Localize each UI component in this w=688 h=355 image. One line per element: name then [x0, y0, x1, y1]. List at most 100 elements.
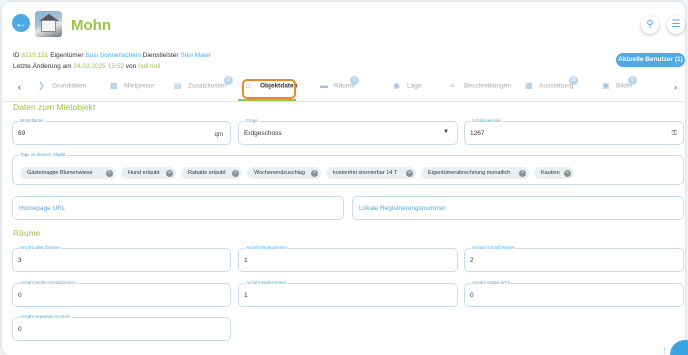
tab-grunddaten[interactable]: ❯ Grunddaten — [38, 82, 86, 96]
schluesselcode-field[interactable]: Schlüsselcode 1267 ⚿ — [464, 118, 684, 145]
tags-field[interactable]: Tags zu diesem Objekt Gästemappe Blumenw… — [12, 152, 684, 185]
tab-label: Grunddaten — [52, 82, 87, 90]
field-value: 1 — [244, 292, 248, 299]
field-label: Anzahl Schlafzimmer — [471, 245, 516, 251]
tab-scroll-right-icon[interactable]: › — [674, 82, 677, 92]
id-label: ID — [13, 52, 20, 59]
property-thumbnail — [35, 11, 62, 37]
remove-tag-icon[interactable]: × — [564, 170, 571, 177]
back-button[interactable]: ← — [12, 14, 30, 32]
remove-tag-icon[interactable]: × — [232, 170, 239, 177]
anzahl-gaeste-wcs-field[interactable]: Anzahl Gäste-WCs 0 — [464, 280, 684, 307]
share-button[interactable]: ⚲ — [641, 16, 659, 34]
tab-label: Zusatzkosten — [188, 82, 227, 90]
tab-highlight-annotation — [242, 79, 296, 99]
tag-chip: Hund erlaubt × — [121, 167, 176, 179]
wohnflaeche-label: Wohnfläche — [19, 118, 45, 124]
provider-label: Dienstleister — [142, 52, 179, 59]
raeume-badge: 0 — [350, 76, 359, 85]
schluesselcode-value: 1267 — [470, 130, 485, 137]
tag-chip: Gästemappe Blumenwiese × — [20, 167, 116, 179]
provider-link[interactable]: Susi Maier — [180, 52, 211, 59]
anzahl-wohn-schlafzimmer-field[interactable]: Anzahl Wohn-Schlafzimmer 0 — [12, 280, 231, 307]
anzahl-schlafzimmer-field[interactable]: Anzahl Schlafzimmer 2 — [464, 245, 684, 272]
ausstattung-badge: 36 — [569, 76, 578, 85]
tab-raeume[interactable]: ▬ Räume 0 — [320, 76, 359, 96]
tab-label: Beschreibungen — [464, 82, 511, 90]
field-value: 0 — [470, 292, 474, 299]
image-icon: ▣ — [602, 81, 610, 90]
anzahl-badezimmer-field[interactable]: Anzahl Badezimmer 1 — [238, 280, 458, 307]
owner-label: Eigentümer — [50, 52, 84, 59]
id-value: 8219.151 — [21, 52, 49, 59]
tag-chip-label: Kaution — [541, 170, 560, 176]
homepage-url-placeholder: Homepage URL — [19, 205, 66, 212]
remove-tag-icon[interactable]: × — [166, 170, 173, 177]
changed-label: Letzte Änderung am — [13, 63, 72, 70]
tag-chip: Rabatte erlaubt × — [181, 167, 242, 179]
section-title-raeume: Räume — [13, 228, 41, 238]
by-label: von — [125, 63, 137, 70]
tab-zusatzkosten[interactable]: ▤ Zusatzkosten 0 — [174, 76, 233, 96]
field-value: 2 — [470, 257, 474, 264]
remove-tag-icon[interactable]: × — [406, 170, 413, 177]
field-value: 1 — [244, 257, 248, 264]
building-icon: ▦ — [525, 81, 533, 90]
tab-mietpreise[interactable]: ▩ Mietpreise — [110, 82, 154, 96]
anzahl-zimmer-field[interactable]: Anzahl aller Zimmer 3 — [12, 245, 231, 272]
zusatzkosten-badge: 0 — [224, 76, 233, 85]
schluesselcode-label: Schlüsselcode — [471, 118, 503, 124]
homepage-url-field[interactable]: Homepage URL — [12, 196, 344, 220]
tab-beschreibungen[interactable]: ≡ Beschreibungen — [450, 82, 511, 96]
main-card: ← Mohn ⚲ ☰ ID 8219.151 Eigentümer Susi S… — [2, 2, 685, 355]
tag-chip: kostenfrei stornierbar 14 T × — [326, 167, 416, 179]
tag-chip-label: Eigentümerabrechnung monatlich — [428, 170, 511, 176]
field-label: Anzahl Gäste-WCs — [471, 280, 512, 286]
etage-select[interactable]: Etage Erdgeschoss ▼ — [238, 118, 458, 145]
anzahl-wohnzimmer-field[interactable]: Anzahl Wohnzimmer 1 — [238, 245, 458, 272]
remove-tag-icon[interactable]: × — [106, 170, 113, 177]
current-users-button[interactable]: Aktuelle Benutzer (1) — [616, 53, 685, 67]
tag-chip-label: Wochenendzuschlag — [254, 170, 305, 176]
arrow-left-icon: ← — [15, 16, 27, 30]
tag-chip: Eigentümerabrechnung monatlich × — [421, 167, 529, 179]
field-value: 3 — [18, 257, 22, 264]
meta-line-1: ID 8219.151 Eigentümer Susi Sonnenschein… — [13, 52, 211, 59]
caret-down-icon: ▼ — [443, 129, 449, 135]
tab-divider — [2, 101, 685, 102]
field-label: Anzahl Wohnzimmer — [245, 245, 289, 251]
tab-lage[interactable]: ◉ Lage — [393, 82, 421, 96]
chevron-icon: ❯ — [38, 81, 45, 90]
chart-icon: ▩ — [110, 81, 118, 90]
tab-bilder[interactable]: ▣ Bilder 6 — [602, 76, 637, 96]
tags-label: Tags zu diesem Objekt — [19, 152, 67, 158]
text-icon: ≡ — [450, 81, 455, 90]
meta-line-2: Letzte Änderung am 24.02.2025 15:52 von … — [13, 63, 160, 70]
tab-ausstattung[interactable]: ▦ Ausstattung 36 — [525, 76, 578, 96]
tag-chip-label: Hund erlaubt — [128, 170, 160, 176]
tag-chip: Wochenendzuschlag × — [247, 167, 321, 179]
field-label: Anzahl Badezimmer — [245, 280, 288, 286]
tag-chip-label: Gästemappe Blumenwiese — [27, 170, 93, 176]
wohnflaeche-field[interactable]: Wohnfläche 69 qm — [12, 118, 231, 145]
section-title-mietobjekt: Daten zum Mietobjekt — [13, 102, 96, 112]
page-title: Mohn — [71, 17, 111, 34]
tab-bar: ‹ ❯ Grunddaten ▩ Mietpreise ▤ Zusatzkosten … — [14, 76, 684, 98]
wohnflaeche-value: 69 — [18, 130, 26, 137]
field-label: Anzahl aller Zimmer — [19, 245, 62, 251]
list-menu-icon: ☰ — [671, 19, 681, 30]
field-label: Anzahl Wohn-Schlafzimmer — [19, 280, 77, 286]
bilder-badge: 6 — [628, 76, 637, 85]
share-icon: ⚲ — [646, 19, 654, 30]
lokale-registrierung-field[interactable]: Lokale Registrierungsnummer — [352, 196, 684, 220]
tab-label: Ausstattung — [539, 82, 574, 90]
anzahl-kuechen-field[interactable]: Anzahl separater Küchen 0 — [12, 314, 231, 341]
by-value: null null — [138, 63, 161, 70]
tag-chip-label: kostenfrei stornierbar 14 T — [333, 170, 398, 176]
changed-value: 24.02.2025 15:52 — [73, 63, 124, 70]
remove-tag-icon[interactable]: × — [519, 170, 526, 177]
remove-tag-icon[interactable]: × — [311, 170, 318, 177]
menu-button[interactable]: ☰ — [667, 16, 685, 34]
owner-link[interactable]: Susi Sonnenschein — [85, 52, 141, 59]
tab-scroll-left-icon[interactable]: ‹ — [18, 82, 21, 92]
